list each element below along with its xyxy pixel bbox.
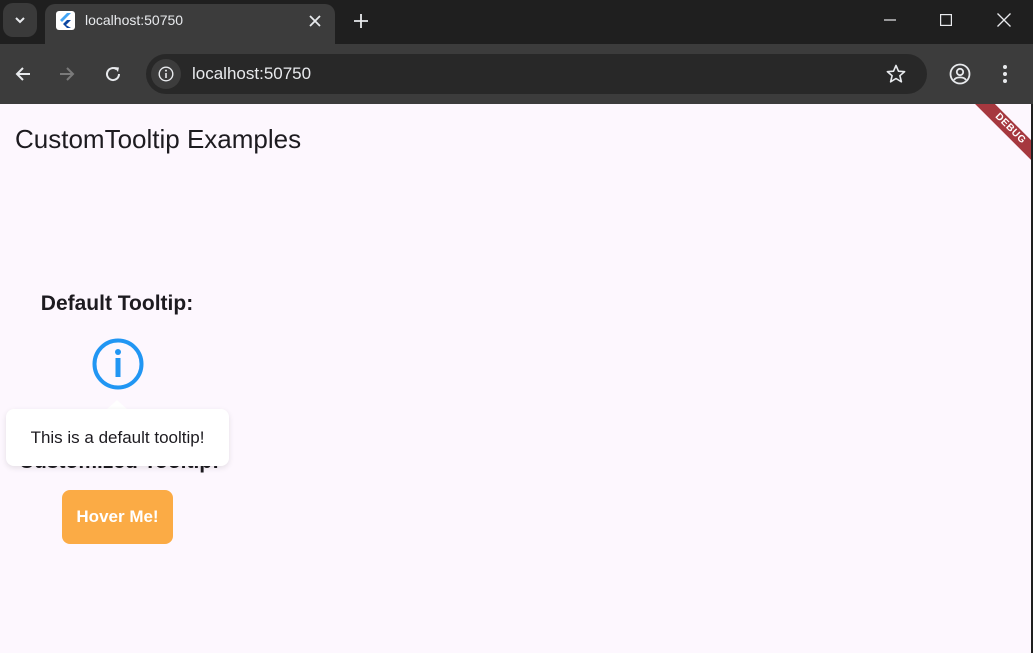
tab-title: localhost:50750	[85, 12, 184, 28]
maximize-icon[interactable]	[917, 0, 975, 40]
tooltip-text: This is a default tooltip!	[30, 427, 205, 447]
minimize-icon[interactable]	[861, 0, 919, 40]
debug-banner: DEBUG	[962, 104, 1031, 177]
close-window-icon[interactable]	[975, 0, 1033, 40]
info-icon[interactable]	[91, 337, 145, 391]
browser-toolbar: localhost:50750	[0, 44, 1033, 104]
reload-icon[interactable]	[97, 58, 129, 90]
back-arrow-icon[interactable]	[7, 58, 39, 90]
site-info-icon[interactable]	[151, 59, 181, 89]
tab-search-icon[interactable]	[3, 3, 37, 37]
default-tooltip-label: Default Tooltip:	[40, 292, 194, 315]
more-menu-icon[interactable]	[989, 58, 1021, 90]
flutter-favicon	[56, 11, 75, 30]
page-title: CustomTooltip Examples	[15, 124, 302, 154]
address-bar[interactable]: localhost:50750	[146, 54, 927, 94]
tab-strip: localhost:50750	[0, 0, 1033, 44]
forward-arrow-icon[interactable]	[51, 58, 83, 90]
plus-icon[interactable]	[348, 8, 374, 34]
url-text[interactable]: localhost:50750	[192, 64, 311, 84]
default-tooltip: This is a default tooltip!	[6, 409, 229, 466]
profile-icon[interactable]	[944, 58, 976, 90]
close-icon[interactable]	[304, 10, 326, 32]
star-icon[interactable]	[883, 61, 909, 87]
hover-me-button[interactable]: Hover Me!	[62, 490, 173, 544]
browser-tab[interactable]: localhost:50750	[45, 4, 335, 44]
page-viewport: CustomTooltip Examples DEBUG Default Too…	[0, 104, 1031, 653]
